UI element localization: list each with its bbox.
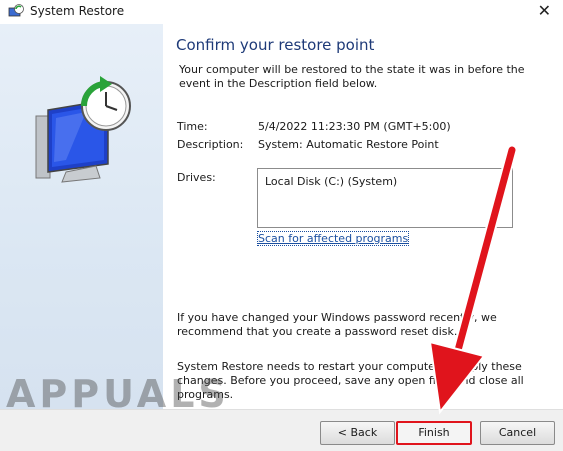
description-value: System: Automatic Restore Point <box>258 138 439 151</box>
time-label: Time: <box>177 120 208 133</box>
restart-note: System Restore needs to restart your com… <box>177 360 524 401</box>
cancel-button[interactable]: Cancel <box>480 421 555 445</box>
finish-button[interactable]: Finish <box>396 421 472 445</box>
back-button[interactable]: < Back <box>320 421 395 445</box>
drives-list[interactable]: Local Disk (C:) (System) <box>257 168 513 228</box>
scan-affected-programs-link[interactable]: Scan for affected programs <box>256 231 410 246</box>
window-title: System Restore <box>30 4 125 18</box>
password-note: If you have changed your Windows passwor… <box>177 311 497 338</box>
description-label: Description: <box>177 138 244 151</box>
side-panel <box>0 24 163 409</box>
monitor-clock-restore-icon <box>35 76 131 183</box>
title-bar: System Restore ✕ <box>0 0 563 24</box>
page-title: Confirm your restore point <box>176 36 375 54</box>
list-item[interactable]: Local Disk (C:) (System) <box>265 175 397 188</box>
button-bar: < Back Finish Cancel <box>0 409 563 451</box>
system-restore-icon <box>8 4 24 17</box>
drives-label: Drives: <box>177 171 216 184</box>
time-value: 5/4/2022 11:23:30 PM (GMT+5:00) <box>258 120 451 133</box>
intro-text: Your computer will be restored to the st… <box>179 63 525 90</box>
close-icon[interactable]: ✕ <box>538 2 551 20</box>
